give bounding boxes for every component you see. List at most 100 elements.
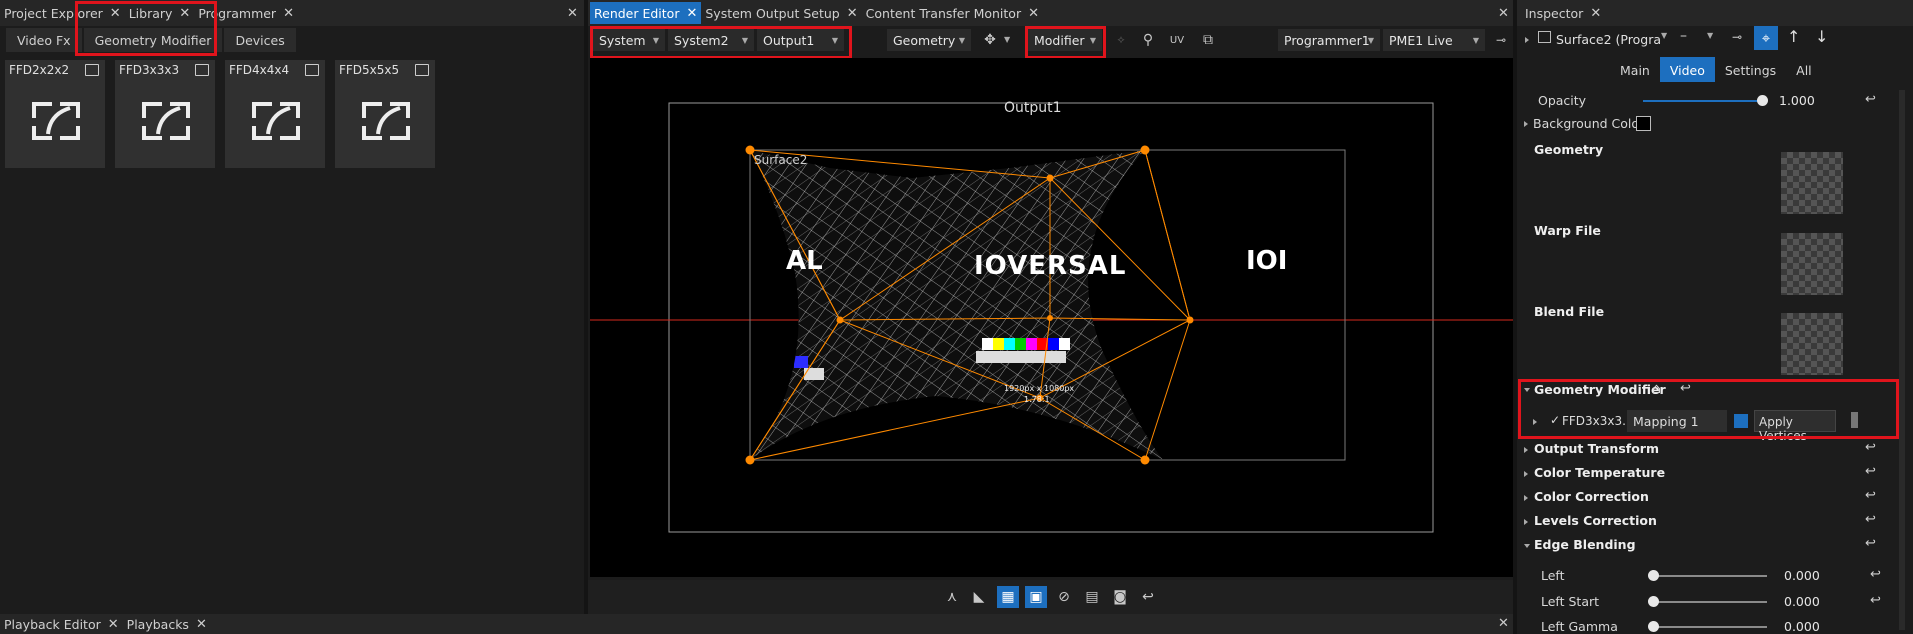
subtab-video[interactable]: Video: [1659, 57, 1715, 82]
close-icon[interactable]: ✕: [283, 6, 294, 21]
expand-arrow-icon[interactable]: [1524, 471, 1528, 477]
reset-icon[interactable]: ↩: [1865, 488, 1876, 503]
hide-icon[interactable]: ⊘: [1053, 586, 1075, 608]
blend-file-slot[interactable]: [1781, 313, 1843, 375]
ruler-icon[interactable]: ◣: [968, 586, 990, 608]
reset-icon[interactable]: ↩: [1680, 381, 1691, 396]
table-icon[interactable]: ▤: [1081, 586, 1103, 608]
screenshot-icon[interactable]: ◙: [1109, 586, 1131, 608]
edge-left-gamma-value[interactable]: 0.000: [1784, 619, 1820, 634]
expand-arrow-icon[interactable]: [1524, 519, 1528, 525]
subtab-main[interactable]: Main: [1610, 57, 1660, 82]
reset-icon[interactable]: ↩: [1865, 464, 1876, 479]
tab-render-editor[interactable]: Render Editor ✕: [590, 2, 702, 24]
subtab-settings[interactable]: Settings: [1715, 57, 1786, 82]
opacity-slider-knob[interactable]: [1757, 95, 1768, 106]
close-panel-icon[interactable]: ✕: [567, 6, 578, 21]
reset-icon[interactable]: ↩: [1870, 567, 1881, 582]
close-icon[interactable]: ✕: [1590, 6, 1601, 21]
chevron-down-icon[interactable]: ▼: [1661, 31, 1667, 40]
tab-library[interactable]: Library ✕: [125, 2, 195, 24]
grid-icon[interactable]: ▦: [997, 586, 1019, 608]
geometry-dropdown[interactable]: Geometry ▼: [887, 29, 971, 51]
expand-arrow-icon[interactable]: [1524, 447, 1528, 453]
frame-icon[interactable]: ⧉: [1197, 29, 1219, 51]
edge-left-start-value[interactable]: 0.000: [1784, 594, 1820, 609]
arrow-down-icon[interactable]: ↓: [1815, 27, 1828, 46]
warp-tool-icon[interactable]: ⚲: [1137, 29, 1159, 51]
warp-file-slot[interactable]: [1781, 233, 1843, 295]
move-icon[interactable]: ✥: [979, 29, 1001, 51]
edge-left-slider[interactable]: [1652, 575, 1767, 577]
subtab-devices[interactable]: Devices: [224, 28, 296, 52]
library-card-ffd3[interactable]: FFD3x3x3: [115, 60, 215, 168]
snap-icon[interactable]: ⋏: [941, 586, 963, 608]
surface-selector[interactable]: Surface2 (Progra: [1556, 32, 1661, 47]
modifier-dropdown[interactable]: Modifier ▼: [1028, 29, 1102, 51]
close-icon[interactable]: ✕: [196, 617, 207, 632]
subtab-video-fx[interactable]: Video Fx: [6, 28, 82, 52]
subtab-all[interactable]: All: [1786, 57, 1822, 82]
opacity-value[interactable]: 1.000: [1779, 93, 1815, 108]
apply-vertices-button[interactable]: Apply Vertices: [1754, 410, 1836, 443]
background-color-swatch[interactable]: [1636, 116, 1651, 131]
pin-icon[interactable]: ⊸: [1732, 30, 1742, 44]
section-output-transform[interactable]: Output Transform: [1534, 441, 1659, 456]
link-icon[interactable]: ⟡: [1110, 29, 1132, 51]
edge-left-start-slider[interactable]: [1652, 601, 1767, 603]
collapse-arrow-icon[interactable]: [1524, 388, 1530, 392]
reset-icon[interactable]: ↩: [1865, 440, 1876, 455]
tab-playbacks[interactable]: Playbacks ✕: [123, 614, 211, 634]
viewport-svg[interactable]: [590, 58, 1513, 577]
tab-content-transfer-monitor[interactable]: Content Transfer Monitor ✕: [862, 2, 1043, 24]
close-icon[interactable]: ✕: [110, 6, 121, 21]
tab-programmer[interactable]: Programmer ✕: [194, 2, 298, 24]
tab-playback-editor[interactable]: Playback Editor ✕: [0, 614, 123, 634]
inspector-scrollbar[interactable]: [1899, 90, 1905, 630]
expand-arrow-icon[interactable]: [1533, 419, 1537, 425]
close-icon[interactable]: ✕: [108, 617, 119, 632]
splitter[interactable]: [584, 0, 588, 614]
close-icon[interactable]: ✕: [847, 6, 858, 21]
reset-icon[interactable]: ↩: [1865, 512, 1876, 527]
home-icon[interactable]: ⌂: [1652, 381, 1661, 397]
modifier-name[interactable]: FFD3x3x3...: [1562, 414, 1634, 428]
close-panel-icon[interactable]: ✕: [1498, 6, 1509, 21]
edge-left-knob[interactable]: [1648, 570, 1659, 581]
modifier-color-swatch[interactable]: [1734, 414, 1748, 428]
edge-left-start-knob[interactable]: [1648, 596, 1659, 607]
edge-left-value[interactable]: 0.000: [1784, 568, 1820, 583]
library-card-ffd4[interactable]: FFD4x4x4: [225, 60, 325, 168]
expand-arrow-icon[interactable]: [1525, 37, 1529, 43]
close-icon[interactable]: ✕: [1028, 6, 1039, 21]
splitter[interactable]: [1513, 0, 1517, 634]
mapping-field[interactable]: Mapping 1: [1627, 410, 1727, 432]
system2-dropdown[interactable]: System2 ▼: [668, 29, 754, 51]
section-color-correction[interactable]: Color Correction: [1534, 489, 1649, 504]
render-canvas[interactable]: Output1 Surface2 IOVERSAL AL IOI 1920px …: [590, 58, 1513, 577]
expand-arrow-icon[interactable]: [1524, 121, 1528, 127]
target-icon[interactable]: ⌖: [1754, 26, 1778, 50]
pin-icon[interactable]: ⊸: [1490, 29, 1512, 51]
undo-icon[interactable]: ↩: [1137, 586, 1159, 608]
minus-icon[interactable]: –: [1680, 28, 1687, 44]
close-icon[interactable]: ✕: [179, 6, 190, 21]
tab-system-output-setup[interactable]: System Output Setup ✕: [701, 2, 861, 24]
arrow-up-icon[interactable]: ↑: [1787, 27, 1800, 46]
chevron-down-icon[interactable]: ▼: [1004, 35, 1010, 44]
section-edge-blending[interactable]: Edge Blending: [1534, 537, 1636, 552]
warped-surface[interactable]: [740, 143, 1276, 473]
modifier-handle[interactable]: [1851, 412, 1858, 428]
library-card-ffd2[interactable]: FFD2x2x2: [5, 60, 105, 168]
reset-icon[interactable]: ↩: [1865, 536, 1876, 551]
camera-view-icon[interactable]: ▣: [1025, 586, 1047, 608]
live-dropdown[interactable]: PME1 Live ▼: [1383, 29, 1485, 51]
reset-icon[interactable]: ↩: [1870, 593, 1881, 608]
edge-left-gamma-knob[interactable]: [1648, 621, 1659, 632]
tab-project-explorer[interactable]: Project Explorer ✕: [0, 2, 125, 24]
expand-arrow-icon[interactable]: [1524, 495, 1528, 501]
reset-icon[interactable]: ↩: [1865, 92, 1876, 107]
programmer-dropdown[interactable]: Programmer1 ▼: [1278, 29, 1380, 51]
uv-icon[interactable]: UV: [1166, 29, 1188, 51]
close-icon[interactable]: ✕: [686, 6, 697, 21]
